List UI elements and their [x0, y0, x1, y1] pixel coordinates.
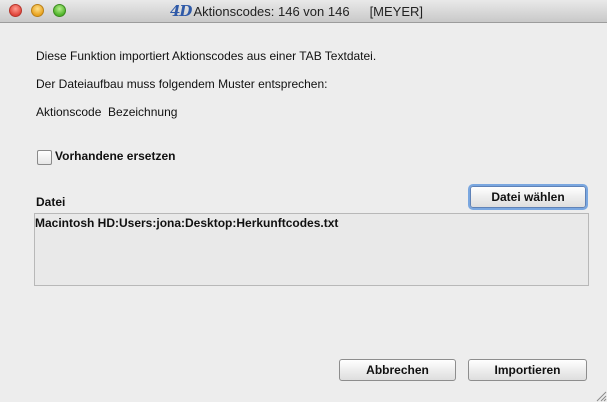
import-button[interactable]: Importieren	[468, 359, 587, 381]
replace-existing-checkbox[interactable]	[37, 150, 52, 165]
replace-existing-label[interactable]: Vorhandene ersetzen	[55, 149, 175, 163]
close-window-button[interactable]	[9, 4, 22, 17]
import-dialog-window: 4D Aktionscodes: 146 von 146 [MEYER] Die…	[0, 0, 607, 402]
window-title: Aktionscodes: 146 von 146	[193, 3, 350, 19]
4d-logo-icon: 4D	[170, 2, 192, 20]
title-bar[interactable]: 4D Aktionscodes: 146 von 146 [MEYER]	[0, 0, 607, 23]
format-pattern-text: Aktionscode Bezeichnung	[36, 105, 178, 119]
choose-file-button[interactable]: Datei wählen	[470, 186, 586, 208]
description-text: Diese Funktion importiert Aktionscodes a…	[36, 49, 377, 63]
minimize-window-button[interactable]	[31, 4, 44, 17]
zoom-window-button[interactable]	[53, 4, 66, 17]
file-section-label: Datei	[36, 195, 66, 209]
window-title-group: 4D Aktionscodes: 146 von 146 [MEYER]	[170, 2, 423, 20]
file-path-text: Macintosh HD:Users:jona:Desktop:Herkunft…	[35, 216, 339, 230]
file-path-field: Macintosh HD:Users:jona:Desktop:Herkunft…	[34, 213, 589, 286]
format-intro-text: Der Dateiaufbau muss folgendem Muster en…	[36, 77, 328, 91]
window-title-user: [MEYER]	[369, 3, 424, 19]
cancel-button[interactable]: Abbrechen	[339, 359, 456, 381]
resize-grip-icon[interactable]	[593, 388, 607, 402]
